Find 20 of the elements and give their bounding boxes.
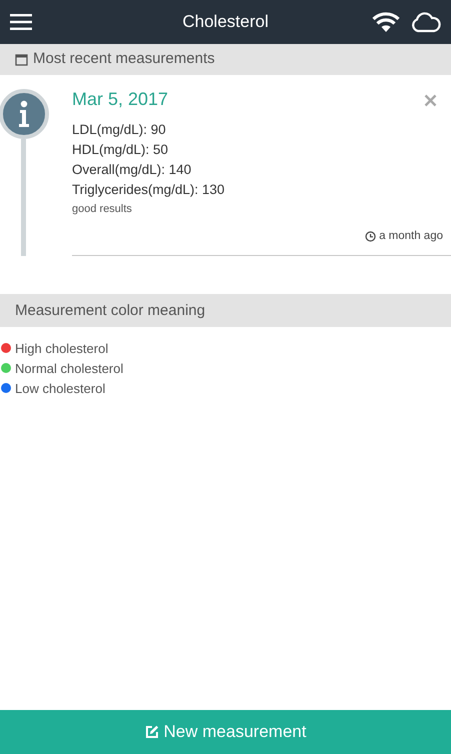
measurement-time: a month ago — [379, 229, 443, 244]
menu-icon[interactable] — [10, 14, 32, 30]
measurement-value: HDL(mg/dL): 50 — [72, 141, 170, 159]
section-title: Most recent measurements — [33, 49, 215, 70]
measurement-note: good results — [72, 202, 133, 217]
clock-icon — [365, 231, 376, 242]
section-title: Measurement color meaning — [15, 300, 206, 320]
wifi-icon — [372, 11, 400, 33]
measurement-value: Triglycerides(mg/dL): 130 — [72, 181, 226, 199]
measurement-value: LDL(mg/dL): 90 — [72, 121, 167, 139]
edit-icon — [144, 725, 159, 739]
cloud-icon[interactable] — [410, 11, 441, 33]
calendar-icon — [15, 53, 28, 66]
measurement-date: Mar 5, 2017 — [72, 88, 168, 111]
legend-label: Normal cholesterol — [15, 360, 124, 378]
new-measurement-button[interactable]: New measurement — [0, 710, 451, 754]
app-title: Cholesterol — [182, 11, 268, 34]
measurement-value: Overall(mg/dL): 140 — [72, 161, 192, 179]
legend-label: High cholesterol — [15, 340, 108, 358]
legend-label: Low cholesterol — [15, 380, 106, 398]
